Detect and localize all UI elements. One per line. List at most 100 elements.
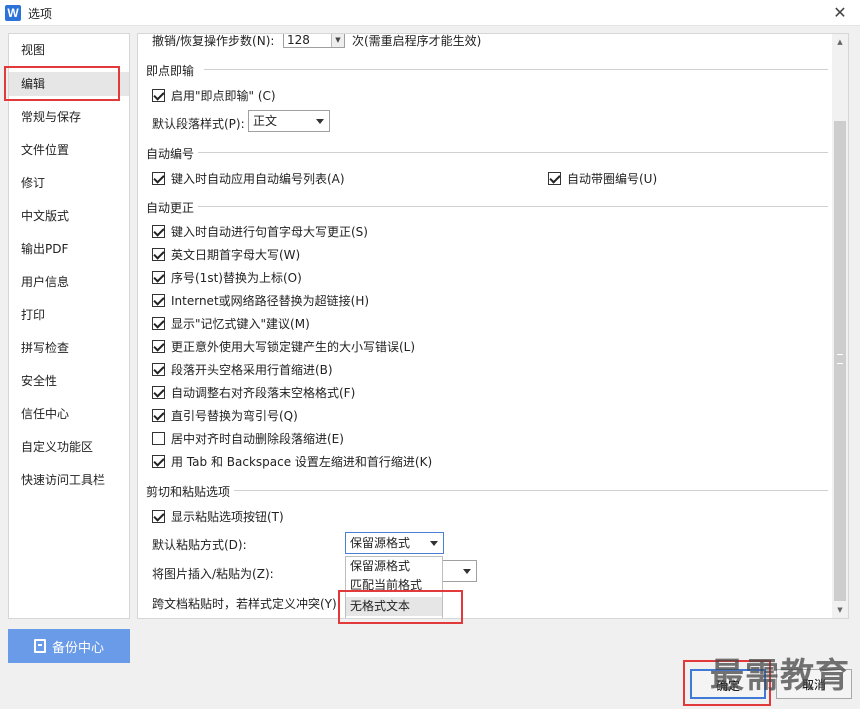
checkbox[interactable] (152, 294, 165, 307)
checkbox[interactable] (152, 172, 165, 185)
option-label: Internet或网络路径替换为超链接(H) (171, 294, 370, 308)
auto-correct-option[interactable]: 段落开头空格采用行首缩进(B) (152, 361, 333, 378)
dropdown-option-plain-text[interactable]: 无格式文本 (346, 597, 442, 616)
sidebar-item-spellcheck[interactable]: 拼写检查 (9, 336, 129, 360)
dropdown-option-keep-source[interactable]: 保留源格式 (346, 557, 442, 576)
option-label: 键入时自动进行句首字母大写更正(S) (171, 225, 368, 239)
scroll-down-icon[interactable]: ▼ (832, 602, 848, 618)
checkbox[interactable] (152, 225, 165, 238)
window-title: 选项 (28, 7, 53, 21)
paste-options-dropdown: 保留源格式 匹配当前格式 无格式文本 (345, 556, 443, 618)
default-paste-select[interactable]: 保留源格式 (345, 532, 444, 554)
checkbox[interactable] (152, 340, 165, 353)
sidebar-item-export-pdf[interactable]: 输出PDF (9, 237, 129, 261)
checkbox[interactable] (152, 455, 165, 468)
scroll-up-icon[interactable]: ▲ (832, 34, 848, 50)
option-label: 序号(1st)替换为上标(O) (171, 271, 302, 285)
checkbox[interactable] (152, 317, 165, 330)
dropdown-option-match-current[interactable]: 匹配当前格式 (346, 576, 442, 590)
checkbox[interactable] (152, 363, 165, 376)
options-sidebar: 视图 编辑 常规与保存 文件位置 修订 中文版式 输出PDF 用户信息 打印 拼… (8, 33, 130, 619)
default-paragraph-style-select[interactable]: 正文 (248, 110, 330, 132)
scrollbar-thumb[interactable] (834, 121, 846, 601)
option-label: 用 Tab 和 Backspace 设置左缩进和首行缩进(K) (171, 455, 433, 469)
wps-writer-icon: W (5, 5, 21, 21)
auto-circle-number-option[interactable]: 自动带圈编号(U) (548, 170, 657, 187)
option-label: 更正意外使用大写锁定键产生的大小写错误(L) (171, 340, 416, 354)
chevron-down-icon (463, 569, 471, 574)
option-label: 英文日期首字母大写(W) (171, 248, 301, 262)
auto-correct-option[interactable]: 更正意外使用大写锁定键产生的大小写错误(L) (152, 338, 415, 355)
enable-instant-input-option[interactable]: 启用"即点即输" (C) (152, 87, 276, 104)
auto-correct-option[interactable]: 居中对齐时自动删除段落缩进(E) (152, 430, 344, 447)
divider (198, 206, 828, 207)
sidebar-item-security[interactable]: 安全性 (9, 369, 129, 393)
select-value: 保留源格式 (350, 536, 411, 550)
checkbox[interactable] (152, 386, 165, 399)
sidebar-item-view[interactable]: 视图 (9, 38, 129, 62)
sidebar-item-revision[interactable]: 修订 (9, 171, 129, 195)
auto-correct-option[interactable]: 键入时自动进行句首字母大写更正(S) (152, 223, 368, 240)
chevron-down-icon (430, 541, 438, 546)
option-label: 直引号替换为弯引号(Q) (171, 409, 298, 423)
section-title-instant-input: 即点即输 (146, 64, 195, 78)
default-paste-label: 默认粘贴方式(D): (152, 538, 247, 552)
section-title-paste: 剪切和粘贴选项 (146, 485, 231, 499)
divider (204, 69, 828, 70)
undo-steps-suffix: 次(需重启程序才能生效) (352, 34, 482, 48)
checkbox[interactable] (548, 172, 561, 185)
vertical-scrollbar[interactable]: ▲ ▼ (832, 34, 848, 618)
auto-correct-option[interactable]: Internet或网络路径替换为超链接(H) (152, 292, 369, 309)
auto-correct-option[interactable]: 直引号替换为弯引号(Q) (152, 407, 298, 424)
sidebar-item-print[interactable]: 打印 (9, 303, 129, 327)
auto-correct-option[interactable]: 序号(1st)替换为上标(O) (152, 269, 302, 286)
title-bar: W 选项 ✕ (0, 0, 860, 26)
option-label: 启用"即点即输" (C) (171, 89, 276, 103)
backup-center-button[interactable]: 备份中心 (8, 629, 130, 663)
option-label: 居中对齐时自动删除段落缩进(E) (171, 432, 344, 446)
checkbox[interactable] (152, 510, 165, 523)
auto-correct-option[interactable]: 用 Tab 和 Backspace 设置左缩进和首行缩进(K) (152, 453, 432, 470)
checkbox[interactable] (152, 248, 165, 261)
show-paste-button-option[interactable]: 显示粘贴选项按钮(T) (152, 508, 284, 525)
undo-steps-input[interactable]: 128 ▼ (283, 33, 345, 48)
sidebar-item-chinese-layout[interactable]: 中文版式 (9, 204, 129, 228)
divider (198, 152, 828, 153)
auto-correct-option[interactable]: 自动调整右对齐段落末空格格式(F) (152, 384, 355, 401)
image-paste-label: 将图片插入/粘贴为(Z): (152, 567, 274, 581)
checkbox[interactable] (152, 409, 165, 422)
section-title-auto-number: 自动编号 (146, 147, 195, 161)
checkbox[interactable] (152, 271, 165, 284)
undo-steps-value: 128 (287, 33, 310, 47)
option-label: 自动带圈编号(U) (567, 172, 658, 186)
sidebar-item-edit[interactable]: 编辑 (9, 72, 129, 96)
ok-button[interactable]: 确定 (690, 669, 766, 699)
undo-steps-label: 撤销/恢复操作步数(N): (152, 34, 275, 48)
default-paragraph-style-label: 默认段落样式(P): (152, 117, 245, 131)
spin-down-icon[interactable]: ▼ (331, 34, 344, 47)
cross-doc-paste-label: 跨文档粘贴时，若样式定义冲突(Y): (152, 597, 341, 611)
sidebar-item-customize-ribbon[interactable]: 自定义功能区 (9, 435, 129, 459)
sidebar-item-quick-access[interactable]: 快速访问工具栏 (9, 468, 129, 492)
checkbox[interactable] (152, 89, 165, 102)
sidebar-item-user-info[interactable]: 用户信息 (9, 270, 129, 294)
section-title-auto-correct: 自动更正 (146, 201, 195, 215)
cancel-button[interactable]: 取消 (776, 669, 852, 699)
option-label: 显示粘贴选项按钮(T) (171, 510, 284, 524)
sidebar-item-general-save[interactable]: 常规与保存 (9, 105, 129, 129)
auto-number-list-option[interactable]: 键入时自动应用自动编号列表(A) (152, 170, 345, 187)
backup-icon (33, 639, 46, 653)
sidebar-item-file-location[interactable]: 文件位置 (9, 138, 129, 162)
chevron-down-icon (316, 119, 324, 124)
edit-options-panel: 撤销/恢复操作步数(N): 128 ▼ 次(需重启程序才能生效) 即点即输 启用… (137, 33, 849, 619)
divider (234, 490, 828, 491)
select-value: 正文 (253, 114, 278, 128)
auto-correct-option[interactable]: 显示"记忆式键入"建议(M) (152, 315, 310, 332)
auto-correct-option[interactable]: 英文日期首字母大写(W) (152, 246, 300, 263)
checkbox[interactable] (152, 432, 165, 445)
close-icon[interactable]: ✕ (830, 3, 850, 23)
backup-center-label: 备份中心 (51, 639, 104, 655)
sidebar-item-trust-center[interactable]: 信任中心 (9, 402, 129, 426)
option-label: 段落开头空格采用行首缩进(B) (171, 363, 333, 377)
option-label: 键入时自动应用自动编号列表(A) (171, 172, 345, 186)
